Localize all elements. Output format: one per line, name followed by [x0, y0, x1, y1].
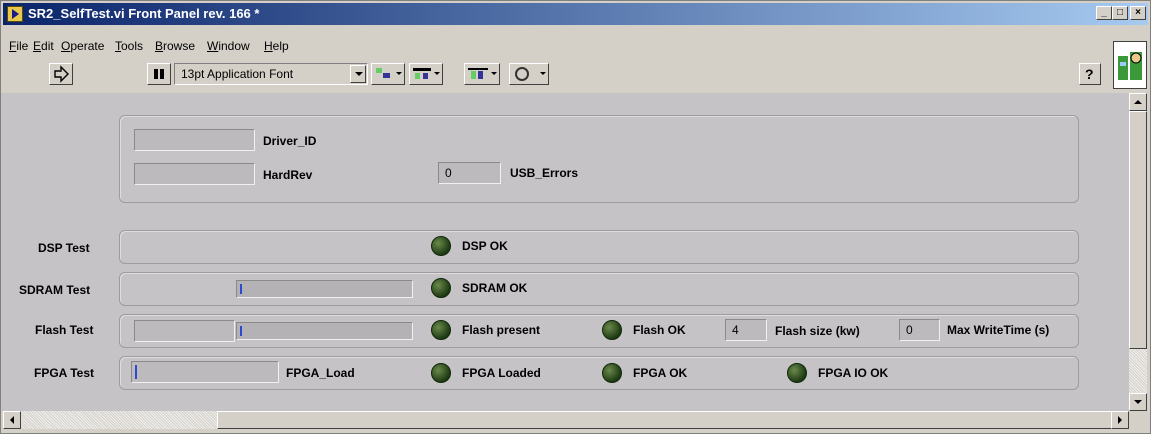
font-selector-value: 13pt Application Font — [181, 67, 294, 81]
resize-icon — [468, 68, 497, 79]
hardrev-field[interactable] — [134, 163, 255, 185]
menu-browse[interactable]: Browse — [155, 39, 195, 53]
arrow-left-icon — [10, 416, 14, 424]
horizontal-scrollbar[interactable] — [3, 411, 1129, 429]
fpga-loaded-label: FPGA Loaded — [462, 366, 541, 380]
dsp-test-label: DSP Test — [38, 241, 90, 255]
run-arrow-icon — [54, 65, 69, 83]
fpga-ok-led — [602, 363, 622, 383]
fpga-load-field[interactable] — [131, 361, 279, 383]
flash-size-label: Flash size (kw) — [775, 324, 860, 338]
fpga-load-label: FPGA_Load — [286, 366, 355, 380]
max-writetime-label: Max WriteTime (s) — [947, 323, 1050, 337]
menu-file[interactable]: File — [9, 39, 28, 53]
dsp-ok-led — [431, 236, 451, 256]
flash-present-label: Flash present — [462, 323, 541, 337]
pause-icon — [154, 69, 164, 79]
flash-progress-fill — [240, 326, 242, 336]
fpga-loaded-led — [431, 363, 451, 383]
flash-progress-bar — [236, 322, 413, 340]
flash-ok-led — [602, 320, 622, 340]
resize-grip[interactable] — [1129, 411, 1147, 429]
close-button[interactable]: × — [1130, 6, 1146, 20]
vi-icon — [7, 6, 23, 22]
sdram-test-label: SDRAM Test — [19, 283, 91, 297]
scroll-down-button[interactable] — [1129, 393, 1147, 411]
usb-errors-field[interactable]: 0 — [438, 162, 501, 184]
flash-ok-label: Flash OK — [633, 323, 686, 337]
title-bar[interactable]: SR2_SelfTest.vi Front Panel rev. 166 * _… — [3, 3, 1148, 25]
sdram-progress-fill — [240, 284, 242, 294]
fpga-io-ok-label: FPGA IO OK — [818, 366, 889, 380]
menu-operate[interactable]: Operate — [61, 39, 104, 53]
arrow-up-icon — [1134, 100, 1142, 104]
reorder-icon — [515, 67, 546, 81]
fpga-test-label: FPGA Test — [34, 366, 95, 380]
dsp-ok-label: DSP OK — [462, 239, 508, 253]
menu-window[interactable]: Window — [207, 39, 250, 53]
help-button[interactable]: ? — [1079, 63, 1101, 85]
labview-window: SR2_SelfTest.vi Front Panel rev. 166 * _… — [0, 0, 1151, 434]
flash-present-led — [431, 320, 451, 340]
distribute-icon — [413, 68, 440, 79]
hardrev-label: HardRev — [263, 168, 313, 182]
vi-connector-icon[interactable] — [1113, 41, 1147, 89]
chevron-down-icon[interactable] — [350, 65, 366, 83]
driver-id-label: Driver_ID — [263, 134, 317, 148]
flash-test-label: Flash Test — [35, 323, 94, 337]
menu-tools[interactable]: Tools — [115, 39, 143, 53]
driver-id-field[interactable] — [134, 129, 255, 151]
menu-help[interactable]: Help — [264, 39, 289, 53]
sdram-ok-led — [431, 278, 451, 298]
menu-edit[interactable]: Edit — [33, 39, 54, 53]
font-selector[interactable]: 13pt Application Font — [174, 63, 368, 85]
window-title: SR2_SelfTest.vi Front Panel rev. 166 * — [28, 6, 260, 21]
vertical-scroll-thumb[interactable] — [1129, 111, 1147, 349]
sdram-ok-label: SDRAM OK — [462, 281, 528, 295]
maximize-button[interactable]: □ — [1112, 6, 1128, 20]
resize-objects-button[interactable] — [464, 63, 500, 85]
reorder-button[interactable] — [509, 63, 549, 85]
minimize-button[interactable]: _ — [1096, 6, 1112, 20]
scroll-up-button[interactable] — [1129, 93, 1147, 111]
usb-errors-label: USB_Errors — [510, 166, 579, 180]
arrow-right-icon — [1118, 416, 1122, 424]
flash-size-field[interactable]: 4 — [725, 319, 767, 341]
scroll-right-button[interactable] — [1111, 411, 1129, 429]
max-writetime-field[interactable]: 0 — [899, 319, 940, 341]
vi-icon-image — [1118, 52, 1142, 80]
pause-button[interactable] — [147, 63, 171, 85]
fpga-load-cursor — [135, 365, 137, 379]
vertical-scrollbar[interactable] — [1129, 93, 1147, 411]
flash-status-field[interactable] — [134, 320, 235, 342]
distribute-objects-button[interactable] — [409, 63, 443, 85]
svg-text:?: ? — [1085, 66, 1094, 82]
fpga-ok-label: FPGA OK — [633, 366, 688, 380]
scroll-left-button[interactable] — [3, 411, 21, 429]
fpga-io-ok-led — [787, 363, 807, 383]
question-mark-icon: ? — [1085, 66, 1094, 82]
run-button[interactable] — [49, 63, 73, 85]
front-panel: Driver_ID HardRev 0 USB_Errors DSP Test … — [1, 93, 1129, 411]
align-icon — [376, 68, 402, 78]
sdram-progress-bar — [236, 280, 413, 298]
horizontal-scroll-thumb[interactable] — [217, 411, 1123, 429]
align-objects-button[interactable] — [371, 63, 405, 85]
arrow-down-icon — [1134, 400, 1142, 404]
info-group — [119, 115, 1079, 203]
dsp-group — [119, 230, 1079, 264]
